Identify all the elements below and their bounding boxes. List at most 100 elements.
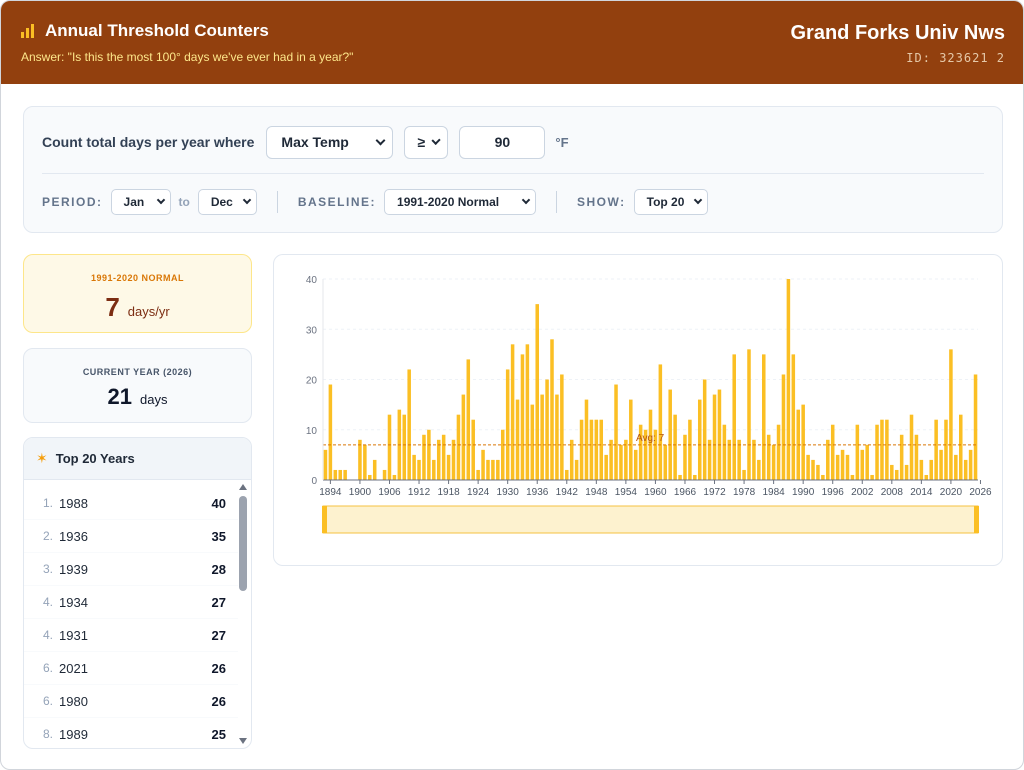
scroll-down-arrow-icon[interactable]	[239, 738, 247, 744]
x-tick-label: 1954	[615, 487, 638, 498]
x-tick-label: 2002	[851, 487, 874, 498]
bar	[382, 469, 387, 480]
bar	[722, 424, 727, 480]
x-tick-label: 1906	[378, 487, 401, 498]
bar	[885, 419, 889, 480]
list-item[interactable]: 6. 1980 26	[24, 685, 238, 718]
x-tick-label: 1936	[526, 487, 549, 498]
bar	[619, 444, 623, 480]
bar	[840, 449, 845, 480]
list-item[interactable]: 2. 1936 35	[24, 520, 238, 553]
list-item[interactable]: 1. 1988 40	[24, 487, 238, 520]
bar	[732, 354, 736, 480]
show-select[interactable]: Top 20	[633, 189, 708, 215]
rank: 4.	[43, 628, 54, 642]
brush-handle-left[interactable]	[322, 506, 327, 533]
list-item[interactable]: 4. 1934 27	[24, 586, 238, 619]
list-item[interactable]: 8. 1989 25	[24, 718, 238, 748]
year: 1989	[59, 726, 88, 742]
list-item[interactable]: 3. 1939 28	[24, 553, 238, 586]
bar	[663, 444, 668, 480]
normal-unit: days/yr	[127, 304, 170, 319]
bar	[816, 464, 820, 480]
bar	[471, 419, 475, 480]
bar	[535, 304, 539, 480]
baseline-select[interactable]: 1991-2020 Normal	[384, 189, 537, 215]
bar	[890, 464, 894, 480]
bar	[752, 439, 756, 480]
station-name: Grand Forks Univ Nws	[790, 22, 1006, 44]
chevron-down-icon	[521, 195, 531, 205]
bar	[737, 439, 741, 480]
list-item[interactable]: 6. 2021 26	[24, 652, 238, 685]
current-value-row: 21 days	[24, 384, 251, 410]
threshold-unit: °F	[555, 134, 569, 150]
station-id: ID: 323621 2	[906, 51, 1005, 65]
bar	[515, 399, 520, 480]
x-tick-label: 1912	[408, 487, 431, 498]
top-years-list: 1. 1988 40 2. 1936 35 3. 1939 28 4. 1934 27 4. 1931 27…	[24, 487, 238, 748]
range-brush[interactable]	[322, 505, 979, 534]
brush-handle-right[interactable]	[974, 506, 979, 533]
bar	[786, 279, 791, 480]
bar	[540, 394, 544, 480]
bar	[973, 374, 978, 480]
bar	[963, 459, 968, 480]
bar	[683, 434, 687, 480]
x-tick-label: 1996	[822, 487, 845, 498]
period-from-select[interactable]: Jan	[110, 189, 171, 215]
chevron-down-icon	[375, 135, 386, 145]
count: 35	[211, 528, 226, 544]
bar	[742, 469, 746, 480]
operator-select[interactable]: ≥	[404, 125, 449, 159]
threshold-row: Count total days per year where Max Temp…	[42, 125, 569, 159]
bar	[673, 414, 677, 480]
bar	[594, 419, 599, 480]
bar	[599, 419, 604, 480]
bar	[589, 419, 594, 480]
rank: 6.	[43, 661, 54, 675]
bar	[944, 419, 948, 480]
controls-divider	[42, 173, 984, 174]
list-scrollbar[interactable]	[239, 482, 247, 746]
rank: 8.	[43, 727, 54, 741]
bar	[441, 434, 446, 480]
bar	[633, 449, 638, 480]
bar	[427, 429, 431, 480]
x-tick-label: 2008	[881, 487, 904, 498]
bar	[456, 414, 461, 480]
threshold-input[interactable]: 90	[459, 125, 546, 159]
chevron-down-icon	[693, 195, 702, 205]
count: 27	[211, 627, 226, 643]
controls-panel: Count total days per year where Max Temp…	[23, 106, 1003, 233]
operator-select-value: ≥	[417, 134, 426, 150]
period-to-select[interactable]: Dec	[197, 189, 257, 215]
rank: 3.	[43, 562, 54, 576]
y-tick-label: 30	[306, 325, 318, 336]
year: 1934	[59, 594, 88, 610]
list-item[interactable]: 4. 1931 27	[24, 619, 238, 652]
bar	[880, 419, 884, 480]
year: 1939	[59, 561, 88, 577]
scroll-thumb[interactable]	[239, 496, 247, 591]
rank: 4.	[43, 595, 54, 609]
current-year-unit: days	[140, 392, 168, 407]
bar	[466, 359, 471, 480]
bar	[954, 454, 958, 480]
element-select[interactable]: Max Temp	[266, 125, 394, 159]
bar	[604, 454, 608, 480]
bar	[461, 394, 466, 480]
bar	[476, 469, 480, 480]
current-year-card: CURRENT YEAR (2026) 21 days	[23, 348, 252, 423]
bar	[363, 444, 367, 480]
bar	[358, 439, 362, 480]
bar	[579, 419, 584, 480]
bar	[850, 474, 855, 480]
bar	[865, 444, 869, 480]
current-year-value: 21	[107, 384, 132, 409]
scroll-up-arrow-icon[interactable]	[239, 484, 247, 490]
x-tick-label: 1966	[674, 487, 697, 498]
bar	[801, 404, 805, 480]
bar	[855, 424, 860, 480]
x-tick-label: 1930	[497, 487, 520, 498]
